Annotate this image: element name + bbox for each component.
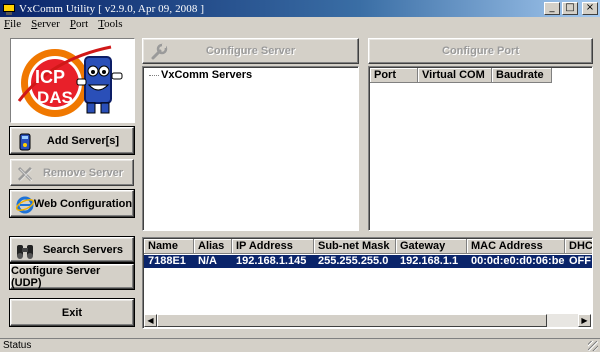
app-window: VxComm Utility [ v2.9.0, Apr 09, 2008 ] … [0, 0, 600, 352]
column-header-alias[interactable]: Alias [194, 239, 232, 254]
column-header-ip-address[interactable]: IP Address [232, 239, 314, 254]
horizontal-scrollbar[interactable]: ◀ ▶ [144, 314, 591, 327]
server-add-icon [19, 133, 31, 151]
cell-alias: N/A [198, 255, 217, 267]
app-monitor-icon [3, 3, 15, 15]
cell-dhcp: OFF [569, 255, 591, 267]
tree-root-vxcomm-servers[interactable]: VxComm Servers [161, 69, 252, 81]
status-bar: Status [0, 338, 600, 352]
icp-das-logo: ICP DAS [10, 38, 135, 123]
search-servers-button[interactable]: Search Servers [9, 236, 135, 263]
add-server-button[interactable]: Add Server[s] [9, 126, 135, 155]
column-header-name[interactable]: Name [144, 239, 194, 254]
resize-grip-icon[interactable] [588, 341, 598, 351]
internet-explorer-icon [15, 196, 35, 214]
server-list-table[interactable]: Name Alias IP Address Sub-net Mask Gatew… [142, 237, 593, 329]
cell-name: 7188E1 [148, 255, 186, 267]
wrench-icon [151, 43, 168, 60]
cell-ip-address: 192.168.1.145 [236, 255, 307, 267]
menu-port[interactable]: Port [64, 17, 92, 31]
cell-subnet-mask: 255.255.255.0 [318, 255, 389, 267]
menu-bar: File Server Port Tools [0, 17, 127, 31]
column-header-virtual-com[interactable]: Virtual COM [418, 68, 492, 83]
column-header-subnet-mask[interactable]: Sub-net Mask [314, 239, 396, 254]
configure-port-button[interactable]: Configure Port [368, 38, 593, 64]
exit-button[interactable]: Exit [9, 298, 135, 327]
title-bar[interactable]: VxComm Utility [ v2.9.0, Apr 09, 2008 ] … [0, 0, 600, 17]
port-table[interactable]: Port Virtual COM Baudrate [368, 66, 593, 231]
minimize-button[interactable]: _ [544, 2, 560, 15]
column-header-baudrate[interactable]: Baudrate [492, 68, 552, 83]
remove-x-icon [17, 166, 33, 182]
menu-tools[interactable]: Tools [92, 17, 126, 31]
table-row[interactable]: 7188E1 N/A 192.168.1.145 255.255.255.0 1… [144, 255, 592, 268]
scroll-right-arrow-icon[interactable]: ▶ [578, 314, 591, 327]
column-header-gateway[interactable]: Gateway [396, 239, 467, 254]
cell-mac-address: 00:0d:e0:d0:06:be [471, 255, 565, 267]
svg-text:ICP: ICP [35, 67, 65, 87]
server-table-header: Name Alias IP Address Sub-net Mask Gatew… [144, 239, 592, 254]
port-table-header: Port Virtual COM Baudrate [370, 68, 552, 83]
column-header-mac-address[interactable]: MAC Address [467, 239, 565, 254]
menu-server[interactable]: Server [25, 17, 64, 31]
column-header-port[interactable]: Port [370, 68, 418, 83]
menu-file[interactable]: File [0, 17, 25, 31]
scroll-left-arrow-icon[interactable]: ◀ [144, 314, 157, 327]
scrollbar-thumb[interactable] [157, 314, 547, 327]
tree-connector [149, 75, 159, 76]
remove-server-button[interactable]: Remove Server [10, 159, 134, 186]
configure-server-udp-button[interactable]: Configure Server (UDP) [9, 263, 135, 290]
server-tree[interactable]: VxComm Servers [142, 66, 359, 231]
status-text: Status [3, 340, 32, 351]
column-header-dhcp[interactable]: DHC [565, 239, 592, 254]
configure-server-button[interactable]: Configure Server [142, 38, 359, 64]
window-title: VxComm Utility [ v2.9.0, Apr 09, 2008 ] [19, 2, 205, 15]
close-button[interactable]: × [582, 2, 598, 15]
svg-text:DAS: DAS [37, 88, 73, 107]
web-configuration-button[interactable]: Web Configuration [9, 189, 135, 218]
cell-gateway: 192.168.1.1 [400, 255, 459, 267]
binoculars-icon [17, 245, 33, 259]
maximize-button[interactable]: □ [562, 2, 578, 15]
